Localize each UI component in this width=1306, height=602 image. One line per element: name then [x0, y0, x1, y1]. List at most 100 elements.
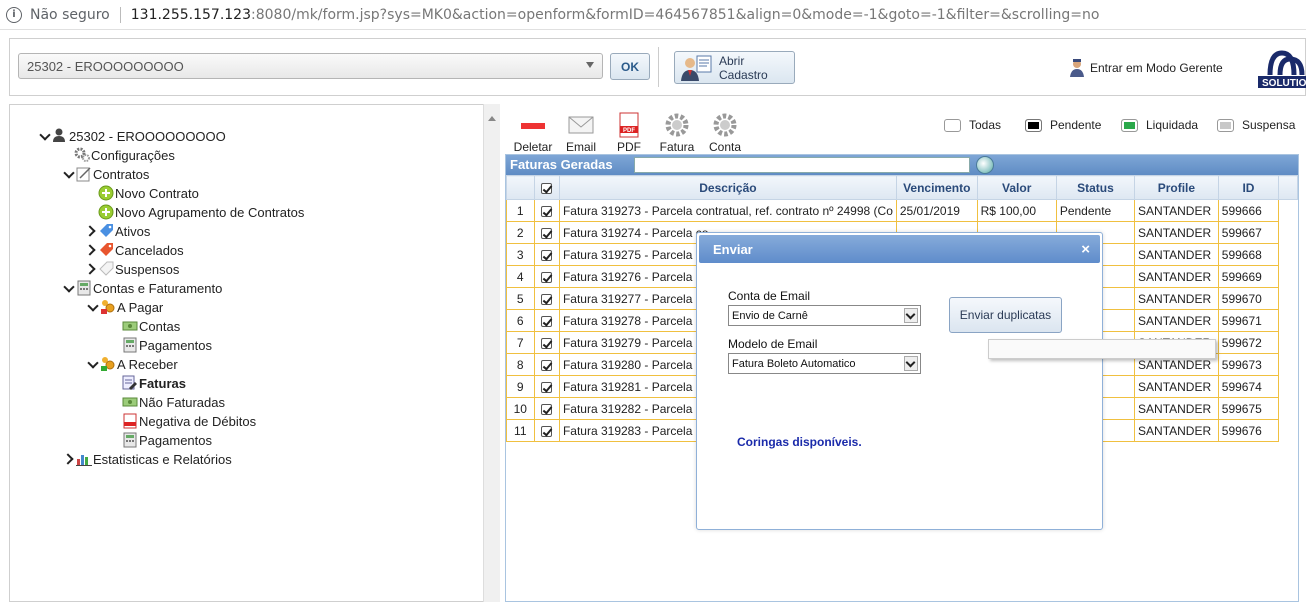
abrir-cadastro-button[interactable]: Abrir Cadastro [674, 51, 795, 84]
row-checkbox[interactable] [541, 403, 553, 415]
row-checkbox[interactable] [541, 337, 553, 349]
expand-toggle-icon[interactable] [88, 302, 98, 312]
modelo-email-label: Modelo de Email [728, 337, 818, 351]
row-checkbox-cell[interactable] [533, 221, 560, 244]
tree-label: Novo Agrupamento de Contratos [115, 204, 305, 220]
tree-node-cancelados[interactable]: Cancelados [86, 241, 184, 259]
row-checkbox-cell[interactable] [533, 375, 560, 398]
row-checkbox-cell[interactable] [533, 287, 560, 310]
col-header-id[interactable]: ID [1217, 175, 1280, 200]
client-select[interactable]: 25302 - EROOOOOOOOO [18, 53, 603, 79]
tree-label: Ativos [115, 223, 151, 239]
cell-filler [1279, 288, 1298, 310]
row-checkbox-cell[interactable] [533, 199, 560, 222]
panel-scrollbar[interactable] [483, 104, 500, 602]
enviar-duplicatas-button[interactable]: Enviar duplicatas [949, 297, 1062, 333]
tree-label: Pagamentos [139, 432, 212, 448]
search-icon[interactable] [976, 156, 994, 174]
legend-pendente[interactable]: Pendente [1025, 118, 1101, 132]
row-index: 4 [506, 265, 535, 288]
col-header-profile[interactable]: Profile [1134, 175, 1219, 200]
tree-node-estatisticas[interactable]: Estatisticas e Relatórios [64, 450, 232, 468]
top-toolbar: 25302 - EROOOOOOOOO OK Abrir Cadastro En… [9, 38, 1306, 96]
row-checkbox-cell[interactable] [533, 331, 560, 354]
client-select-value: 25302 - EROOOOOOOOO [27, 59, 184, 74]
fatura-button[interactable]: Fatura [653, 112, 701, 154]
conta-button[interactable]: Conta [701, 112, 749, 154]
col-header-descricao[interactable]: Descrição [558, 175, 897, 200]
email-button[interactable]: Email [557, 112, 605, 154]
col-header-select[interactable] [533, 175, 560, 200]
tree-node-negativa[interactable]: Negativa de Débitos [122, 412, 256, 430]
tree-node-a-receber[interactable]: A Receber [88, 355, 178, 373]
row-checkbox[interactable] [541, 425, 553, 437]
close-icon[interactable]: × [1081, 241, 1090, 258]
expand-toggle-icon[interactable] [40, 131, 50, 141]
row-checkbox-cell[interactable] [533, 419, 560, 442]
row-checkbox-cell[interactable] [533, 243, 560, 266]
tree-node-configuracoes[interactable]: Configurações [74, 146, 175, 164]
legend-suspensa[interactable]: Suspensa [1217, 118, 1295, 132]
row-checkbox[interactable] [541, 205, 553, 217]
tree-node-nao-faturadas[interactable]: Não Faturadas [122, 393, 225, 411]
legend-swatch [944, 118, 961, 132]
dialog-header[interactable]: Enviar × [699, 235, 1100, 263]
row-checkbox-cell[interactable] [533, 265, 560, 288]
row-checkbox[interactable] [541, 293, 553, 305]
row-checkbox[interactable] [541, 315, 553, 327]
info-icon[interactable]: i [6, 6, 22, 23]
address-bar[interactable]: i Não seguro 131.255.157.123:8080/mk/for… [0, 0, 1306, 30]
ok-button[interactable]: OK [610, 53, 650, 80]
scroll-up-icon[interactable] [488, 116, 496, 121]
tree-node-contas-faturamento[interactable]: Contas e Faturamento [64, 279, 222, 297]
row-checkbox-cell[interactable] [533, 309, 560, 332]
tree-node-pagamentos-receber[interactable]: Pagamentos [122, 431, 212, 449]
select-all-checkbox[interactable] [541, 182, 553, 194]
tag-white-icon [98, 261, 114, 277]
row-checkbox[interactable] [541, 271, 553, 283]
expand-toggle-icon[interactable] [64, 169, 74, 179]
collapse-toggle-icon[interactable] [86, 226, 96, 236]
modo-gerente-link[interactable]: Entrar em Modo Gerente [1070, 59, 1223, 77]
row-checkbox-cell[interactable] [533, 397, 560, 420]
collapse-toggle-icon[interactable] [64, 454, 74, 464]
tree-node-pagamentos-pagar[interactable]: Pagamentos [122, 336, 212, 354]
coringas-link[interactable]: Coringas disponíveis. [737, 435, 862, 449]
tree-node-faturas[interactable]: Faturas [122, 374, 186, 392]
modelo-email-select[interactable]: Fatura Boleto Automatico [728, 353, 921, 374]
cell-filler [1279, 266, 1298, 288]
row-checkbox[interactable] [541, 359, 553, 371]
row-checkbox-cell[interactable] [533, 353, 560, 376]
collapse-toggle-icon[interactable] [86, 264, 96, 274]
row-checkbox[interactable] [541, 249, 553, 261]
tree-label: Negativa de Débitos [139, 413, 257, 429]
collapse-toggle-icon[interactable] [86, 245, 96, 255]
cell-filler [1279, 222, 1298, 244]
tree-node-novo-agrupamento[interactable]: Novo Agrupamento de Contratos [98, 203, 304, 221]
expand-toggle-icon[interactable] [88, 359, 98, 369]
conta-email-select[interactable]: Envio de Carnê [728, 305, 921, 326]
col-header-vencimento[interactable]: Vencimento [895, 175, 978, 200]
deletar-button[interactable]: Deletar [509, 112, 557, 154]
tree-node-contratos[interactable]: Contratos [64, 165, 149, 183]
tree-node-client[interactable]: 25302 - EROOOOOOOOO [40, 127, 226, 145]
legend-todas[interactable]: Todas [944, 118, 1001, 132]
money-bill-icon [122, 318, 138, 334]
cell-id: 599667 [1217, 221, 1280, 244]
row-checkbox[interactable] [541, 381, 553, 393]
pdf-button[interactable]: PDF PDF [605, 112, 653, 154]
tree-node-ativos[interactable]: Ativos [86, 222, 150, 240]
grid-search-input[interactable] [634, 157, 970, 173]
col-header-valor[interactable]: Valor [976, 175, 1057, 200]
table-row[interactable]: 1 Fatura 319273 - Parcela contratual, ref… [506, 199, 1298, 222]
tree-node-suspensos[interactable]: Suspensos [86, 260, 179, 278]
email-label: Email [565, 140, 596, 154]
tree-node-novo-contrato[interactable]: Novo Contrato [98, 184, 199, 202]
col-header-status[interactable]: Status [1055, 175, 1136, 200]
tree-node-a-pagar[interactable]: A Pagar [88, 298, 163, 316]
expand-toggle-icon[interactable] [64, 283, 74, 293]
cell-filler [1279, 376, 1298, 398]
tree-node-contas[interactable]: Contas [122, 317, 180, 335]
legend-liquidada[interactable]: Liquidada [1121, 118, 1198, 132]
row-checkbox[interactable] [541, 227, 553, 239]
